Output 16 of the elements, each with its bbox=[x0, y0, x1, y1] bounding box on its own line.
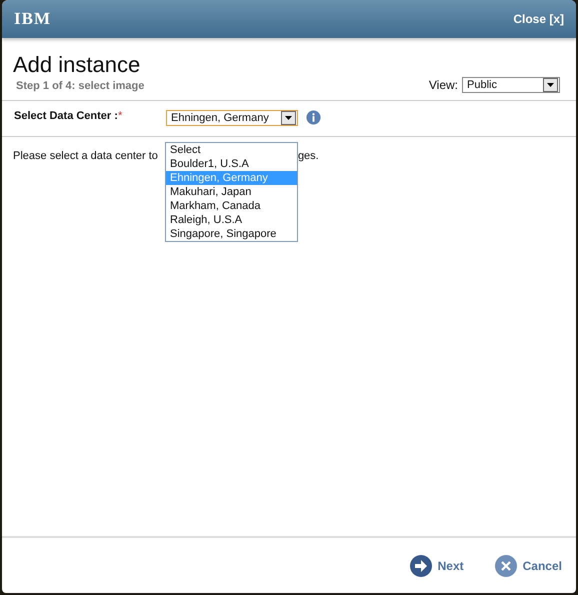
data-center-label: Select Data Center :* bbox=[14, 110, 124, 122]
view-select[interactable]: Public bbox=[462, 77, 560, 93]
caret-icon bbox=[285, 116, 292, 120]
logo: IBM bbox=[14, 9, 51, 29]
data-center-select[interactable]: Ehningen, Germany bbox=[166, 110, 298, 126]
view-label: View: bbox=[428, 78, 458, 92]
next-button[interactable]: Next bbox=[408, 554, 464, 578]
close-icon bbox=[494, 554, 518, 578]
close-link[interactable]: Close [x] bbox=[513, 12, 564, 26]
cancel-button[interactable]: Cancel bbox=[494, 554, 562, 578]
step-label: Step 1 of 4: select image bbox=[16, 80, 144, 92]
message-text: ges. bbox=[298, 150, 319, 162]
message-text: Please select a data center to bbox=[13, 150, 158, 162]
dialog-title: Add instance bbox=[13, 52, 142, 78]
caret-icon bbox=[547, 83, 554, 87]
info-icon[interactable] bbox=[306, 110, 321, 125]
